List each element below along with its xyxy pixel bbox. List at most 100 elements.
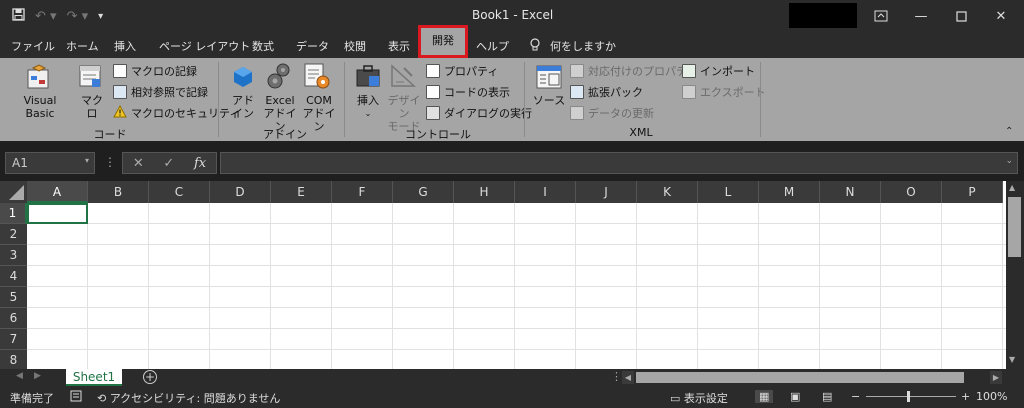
view-code-button[interactable]: コードの表示 [426, 84, 510, 100]
row-header-1[interactable]: 1 [0, 203, 27, 224]
column-header-o[interactable]: O [881, 181, 942, 203]
import-button[interactable]: インポート [682, 63, 755, 79]
vertical-scrollbar[interactable]: ▲ ▼ [1006, 181, 1024, 369]
row-header-4[interactable]: 4 [0, 266, 27, 287]
expansion-packs-button[interactable]: 拡張パック [570, 84, 643, 100]
column-header-a[interactable]: A [27, 181, 88, 203]
row-header-8[interactable]: 8 [0, 350, 27, 369]
column-header-j[interactable]: J [576, 181, 637, 203]
row-header-6[interactable]: 6 [0, 308, 27, 329]
column-header-m[interactable]: M [759, 181, 820, 203]
normal-view-icon[interactable]: ▦ [755, 390, 774, 403]
tab-data[interactable]: データ [296, 38, 329, 54]
scroll-down-icon[interactable]: ▼ [1009, 355, 1015, 364]
row-header-7[interactable]: 7 [0, 329, 27, 350]
zoom-level[interactable]: 100% [976, 390, 1007, 403]
addin-button[interactable]: アド イン [230, 94, 256, 120]
prev-sheet-icon[interactable]: ◀ [16, 371, 23, 381]
export-button[interactable]: エクスポート [682, 84, 766, 100]
zoom-slider-thumb[interactable] [907, 391, 910, 402]
vertical-scroll-thumb[interactable] [1008, 197, 1021, 257]
macro-security-button[interactable]: マクロのセキュリティ [113, 104, 240, 121]
tab-page-layout[interactable]: ページ レイアウト [159, 38, 250, 54]
save-icon[interactable] [12, 7, 25, 25]
properties-button[interactable]: プロパティ [426, 63, 498, 79]
insert-function-button[interactable]: fx [194, 156, 206, 171]
refresh-data-button[interactable]: データの更新 [570, 105, 654, 121]
selected-cell-a1[interactable] [27, 203, 88, 224]
accessibility-status[interactable]: ⟲ アクセシビリティ: 問題ありません [97, 390, 280, 406]
insert-control-button[interactable]: 挿入 ⌄ [352, 94, 384, 120]
window-title: Book1 - Excel [472, 8, 554, 22]
ribbon-developer: Visual Basic マクロ マクロの記録 相対参照で記録 マクロのセキュリ… [0, 58, 1024, 141]
ribbon-display-options-icon[interactable] [861, 0, 901, 32]
macro-record-icon[interactable] [70, 390, 82, 405]
name-box[interactable]: A1 ▾ [5, 152, 95, 174]
cancel-icon[interactable]: ✕ [133, 156, 144, 171]
next-sheet-icon[interactable]: ▶ [34, 371, 41, 381]
zoom-out-icon[interactable]: − [851, 390, 860, 403]
column-header-n[interactable]: N [820, 181, 881, 203]
column-header-h[interactable]: H [454, 181, 515, 203]
zoom-in-icon[interactable]: + [961, 390, 970, 403]
relative-reference-button[interactable]: 相対参照で記録 [113, 84, 208, 100]
undo-icon[interactable]: ↶ ▾ [35, 9, 57, 24]
visual-basic-button[interactable]: Visual Basic [8, 94, 72, 120]
column-header-i[interactable]: I [515, 181, 576, 203]
column-header-k[interactable]: K [637, 181, 698, 203]
run-dialog-button[interactable]: ダイアログの実行 [426, 105, 532, 121]
row-header-2[interactable]: 2 [0, 224, 27, 245]
page-break-view-icon[interactable]: ▤ [822, 390, 832, 403]
column-header-p[interactable]: P [942, 181, 1003, 203]
scroll-right-icon[interactable]: ▶ [990, 371, 1002, 384]
tab-file[interactable]: ファイル [11, 38, 55, 54]
select-all-button[interactable] [0, 181, 27, 203]
expand-formula-icon[interactable]: ⌄ [1005, 156, 1013, 166]
add-sheet-icon[interactable]: + [143, 370, 157, 384]
tab-review[interactable]: 校閲 [344, 38, 366, 54]
display-settings-button[interactable]: ▭ 表示設定 [670, 390, 728, 406]
column-header-c[interactable]: C [149, 181, 210, 203]
account-area[interactable] [789, 3, 857, 28]
page-layout-view-icon[interactable]: ▣ [790, 390, 800, 403]
formula-input[interactable]: ⌄ [220, 152, 1018, 174]
tab-insert[interactable]: 挿入 [114, 38, 136, 54]
sheet-tab-sheet1[interactable]: Sheet1 [66, 369, 122, 386]
collapse-ribbon-icon[interactable]: ⌃ [1005, 126, 1013, 137]
column-header-b[interactable]: B [88, 181, 149, 203]
zoom-slider[interactable] [866, 396, 956, 397]
scroll-up-icon[interactable]: ▲ [1009, 183, 1015, 192]
spreadsheet-grid[interactable]: ABCDEFGHIJKLMNOP 12345678 [0, 181, 1008, 369]
record-macro-button[interactable]: マクロの記録 [113, 63, 197, 79]
more-options-icon[interactable]: ⋮ [104, 155, 116, 169]
column-header-l[interactable]: L [698, 181, 759, 203]
grid-line [27, 307, 1008, 308]
minimize-icon[interactable]: — [901, 0, 941, 32]
xml-source-button[interactable]: ソース [531, 94, 567, 107]
column-header-f[interactable]: F [332, 181, 393, 203]
tab-home[interactable]: ホーム [66, 38, 99, 54]
tell-me-search[interactable]: 何をしますか [550, 38, 616, 54]
column-header-g[interactable]: G [393, 181, 454, 203]
horizontal-scroll-thumb[interactable] [636, 372, 964, 383]
customize-qat-icon[interactable]: ▾ [98, 11, 103, 22]
group-separator [760, 62, 761, 137]
redo-icon[interactable]: ↷ ▾ [67, 9, 89, 24]
group-label-addins: アドイン [263, 128, 307, 141]
close-icon[interactable]: ✕ [981, 0, 1021, 32]
row-header-5[interactable]: 5 [0, 287, 27, 308]
tab-view[interactable]: 表示 [388, 38, 410, 54]
row-header-3[interactable]: 3 [0, 245, 27, 266]
tab-splitter-icon[interactable]: ⋮ [611, 370, 622, 383]
tab-formulas[interactable]: 数式 [252, 38, 274, 54]
map-properties-button[interactable]: 対応付けのプロパティ [570, 63, 697, 79]
column-header-e[interactable]: E [271, 181, 332, 203]
macro-button[interactable]: マクロ [76, 94, 108, 120]
maximize-icon[interactable] [941, 0, 981, 32]
enter-icon[interactable]: ✓ [163, 156, 174, 171]
column-header-d[interactable]: D [210, 181, 271, 203]
name-box-dropdown-icon[interactable]: ▾ [85, 156, 89, 165]
tab-help[interactable]: ヘルプ [476, 38, 509, 54]
status-ready: 準備完了 [10, 392, 54, 405]
scroll-left-icon[interactable]: ◀ [622, 371, 634, 384]
